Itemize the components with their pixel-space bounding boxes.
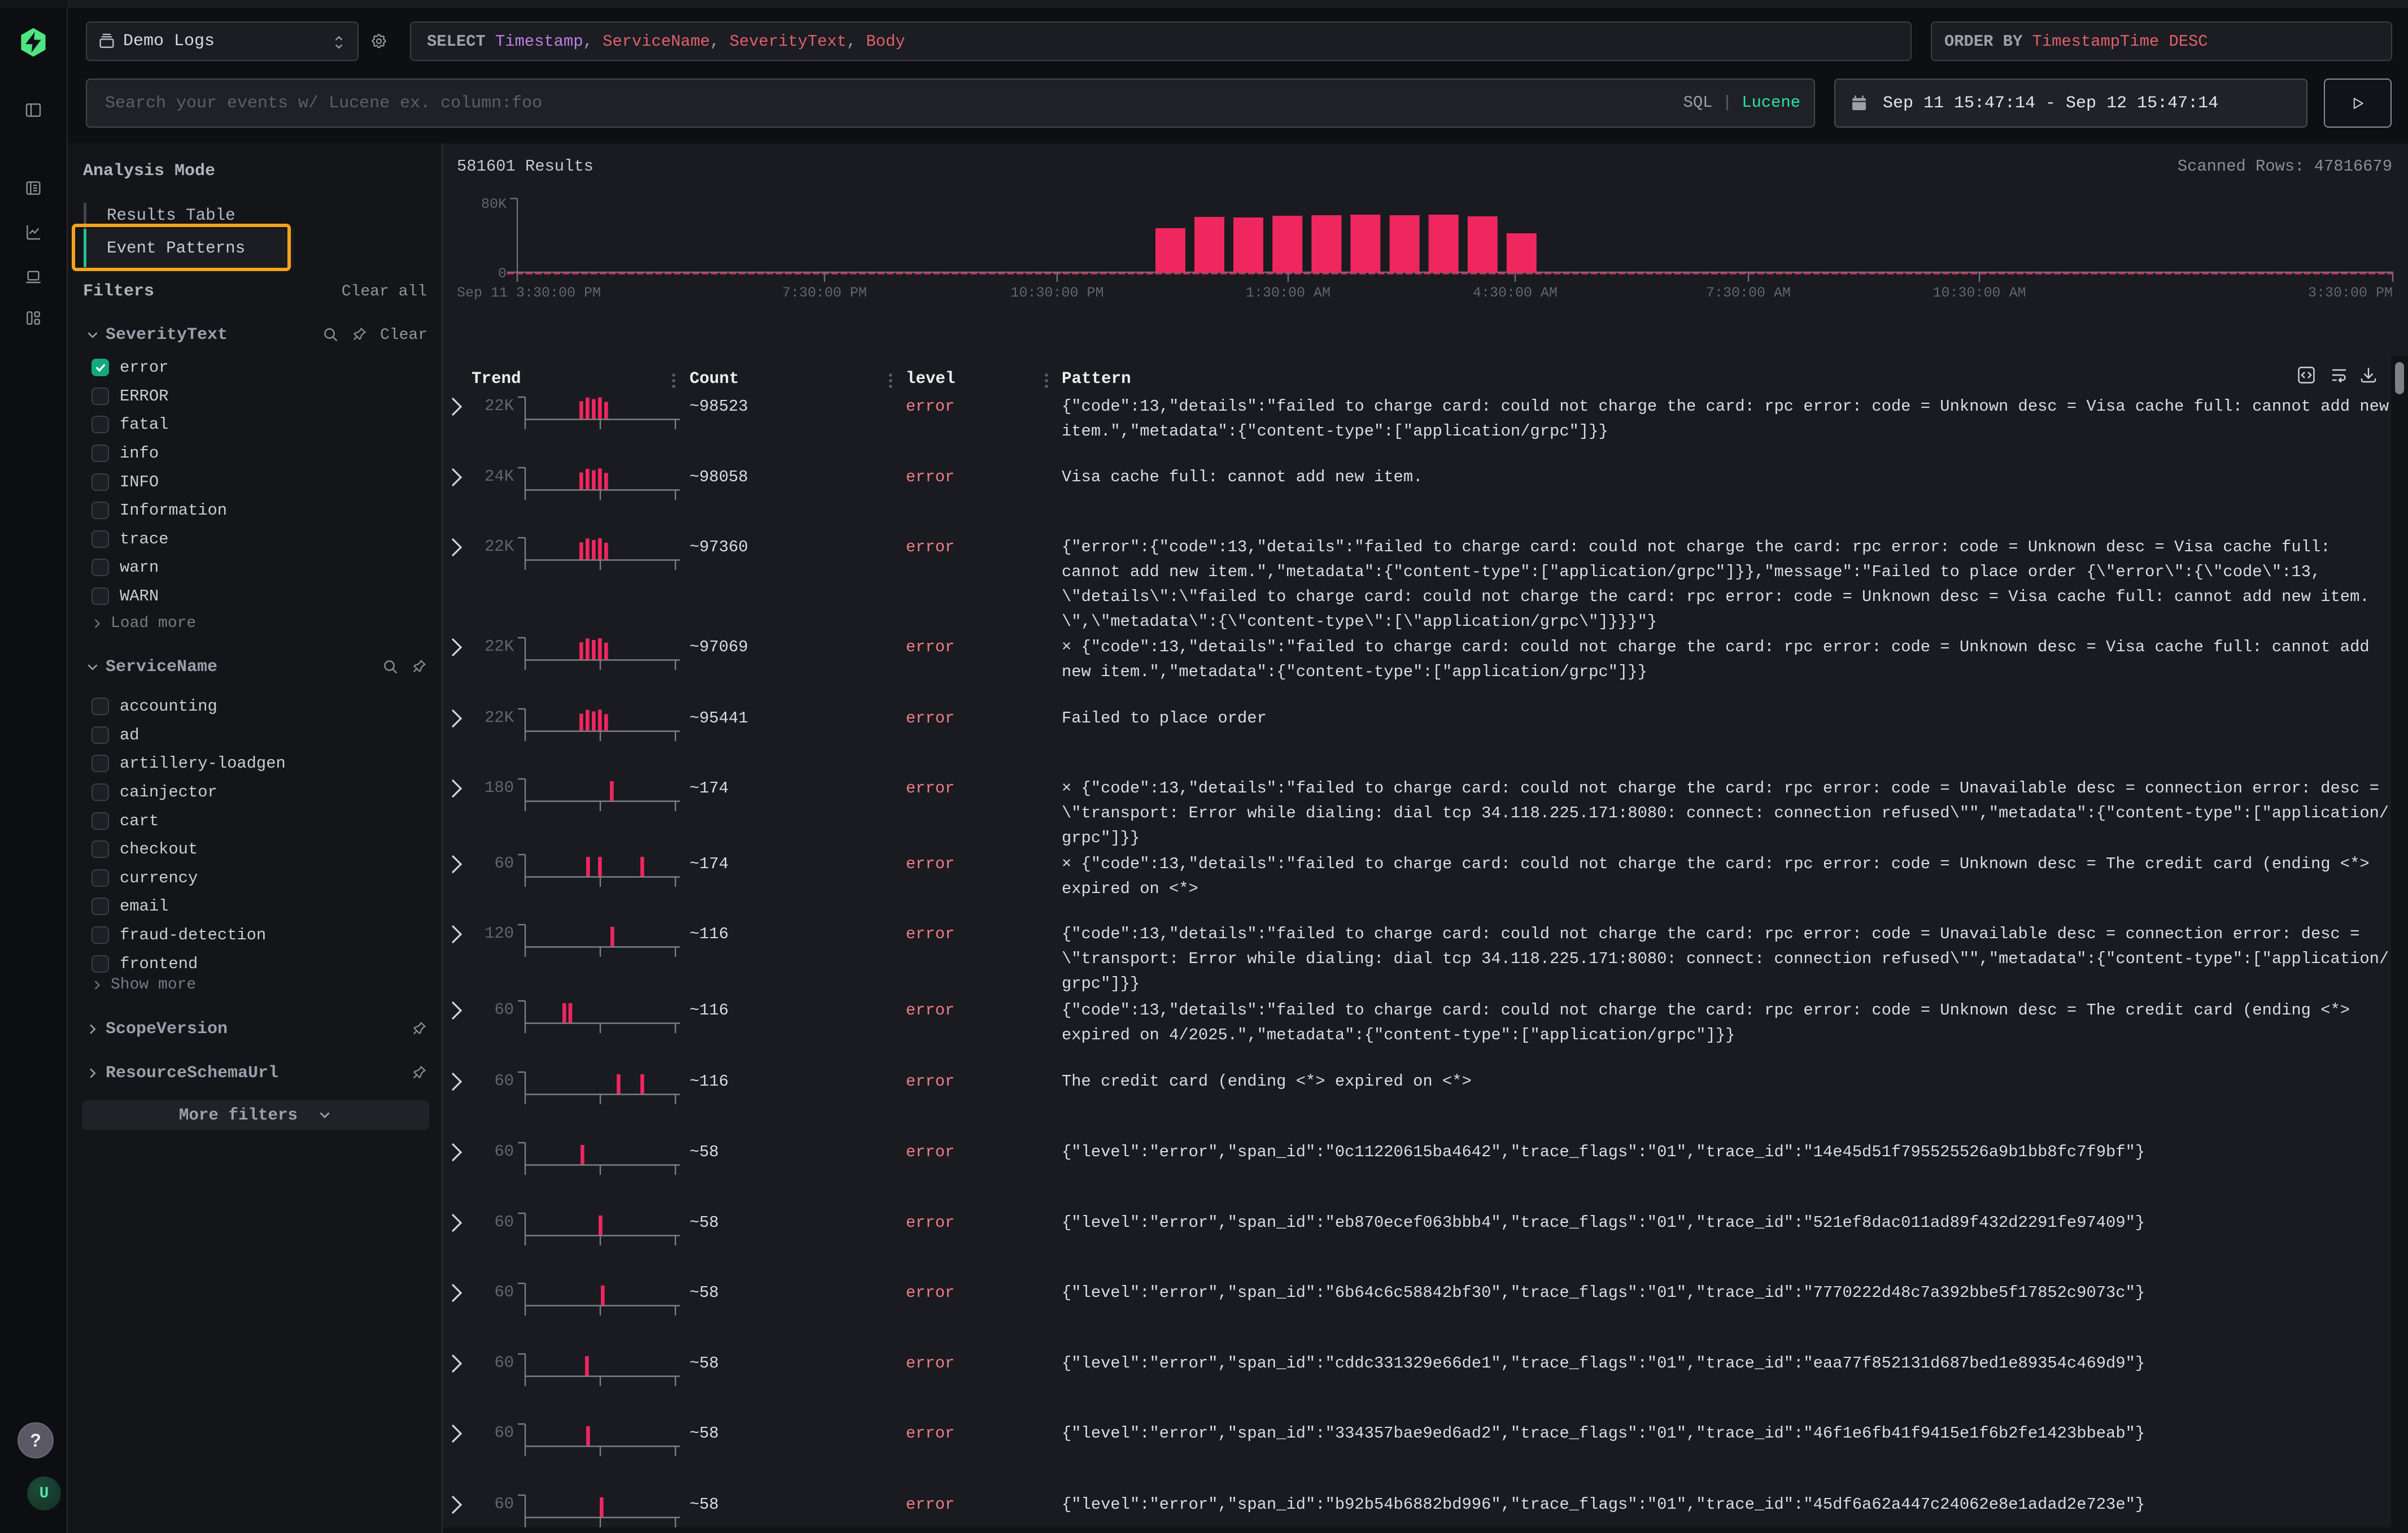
svg-text:7:30:00 PM: 7:30:00 PM	[782, 285, 867, 301]
svg-text:80K: 80K	[481, 196, 507, 212]
svg-text:3:30:00 PM: 3:30:00 PM	[2308, 285, 2393, 301]
svg-text:4:30:00 AM: 4:30:00 AM	[1473, 285, 1558, 301]
svg-text:10:30:00 AM: 10:30:00 AM	[1932, 285, 2026, 301]
svg-text:10:30:00 PM: 10:30:00 PM	[1010, 285, 1103, 301]
svg-text:7:30:00 AM: 7:30:00 AM	[1706, 285, 1791, 301]
svg-text:Sep 11 3:30:00 PM: Sep 11 3:30:00 PM	[457, 285, 601, 301]
svg-text:0: 0	[498, 265, 507, 282]
svg-text:1:30:00 AM: 1:30:00 AM	[1246, 285, 1330, 301]
